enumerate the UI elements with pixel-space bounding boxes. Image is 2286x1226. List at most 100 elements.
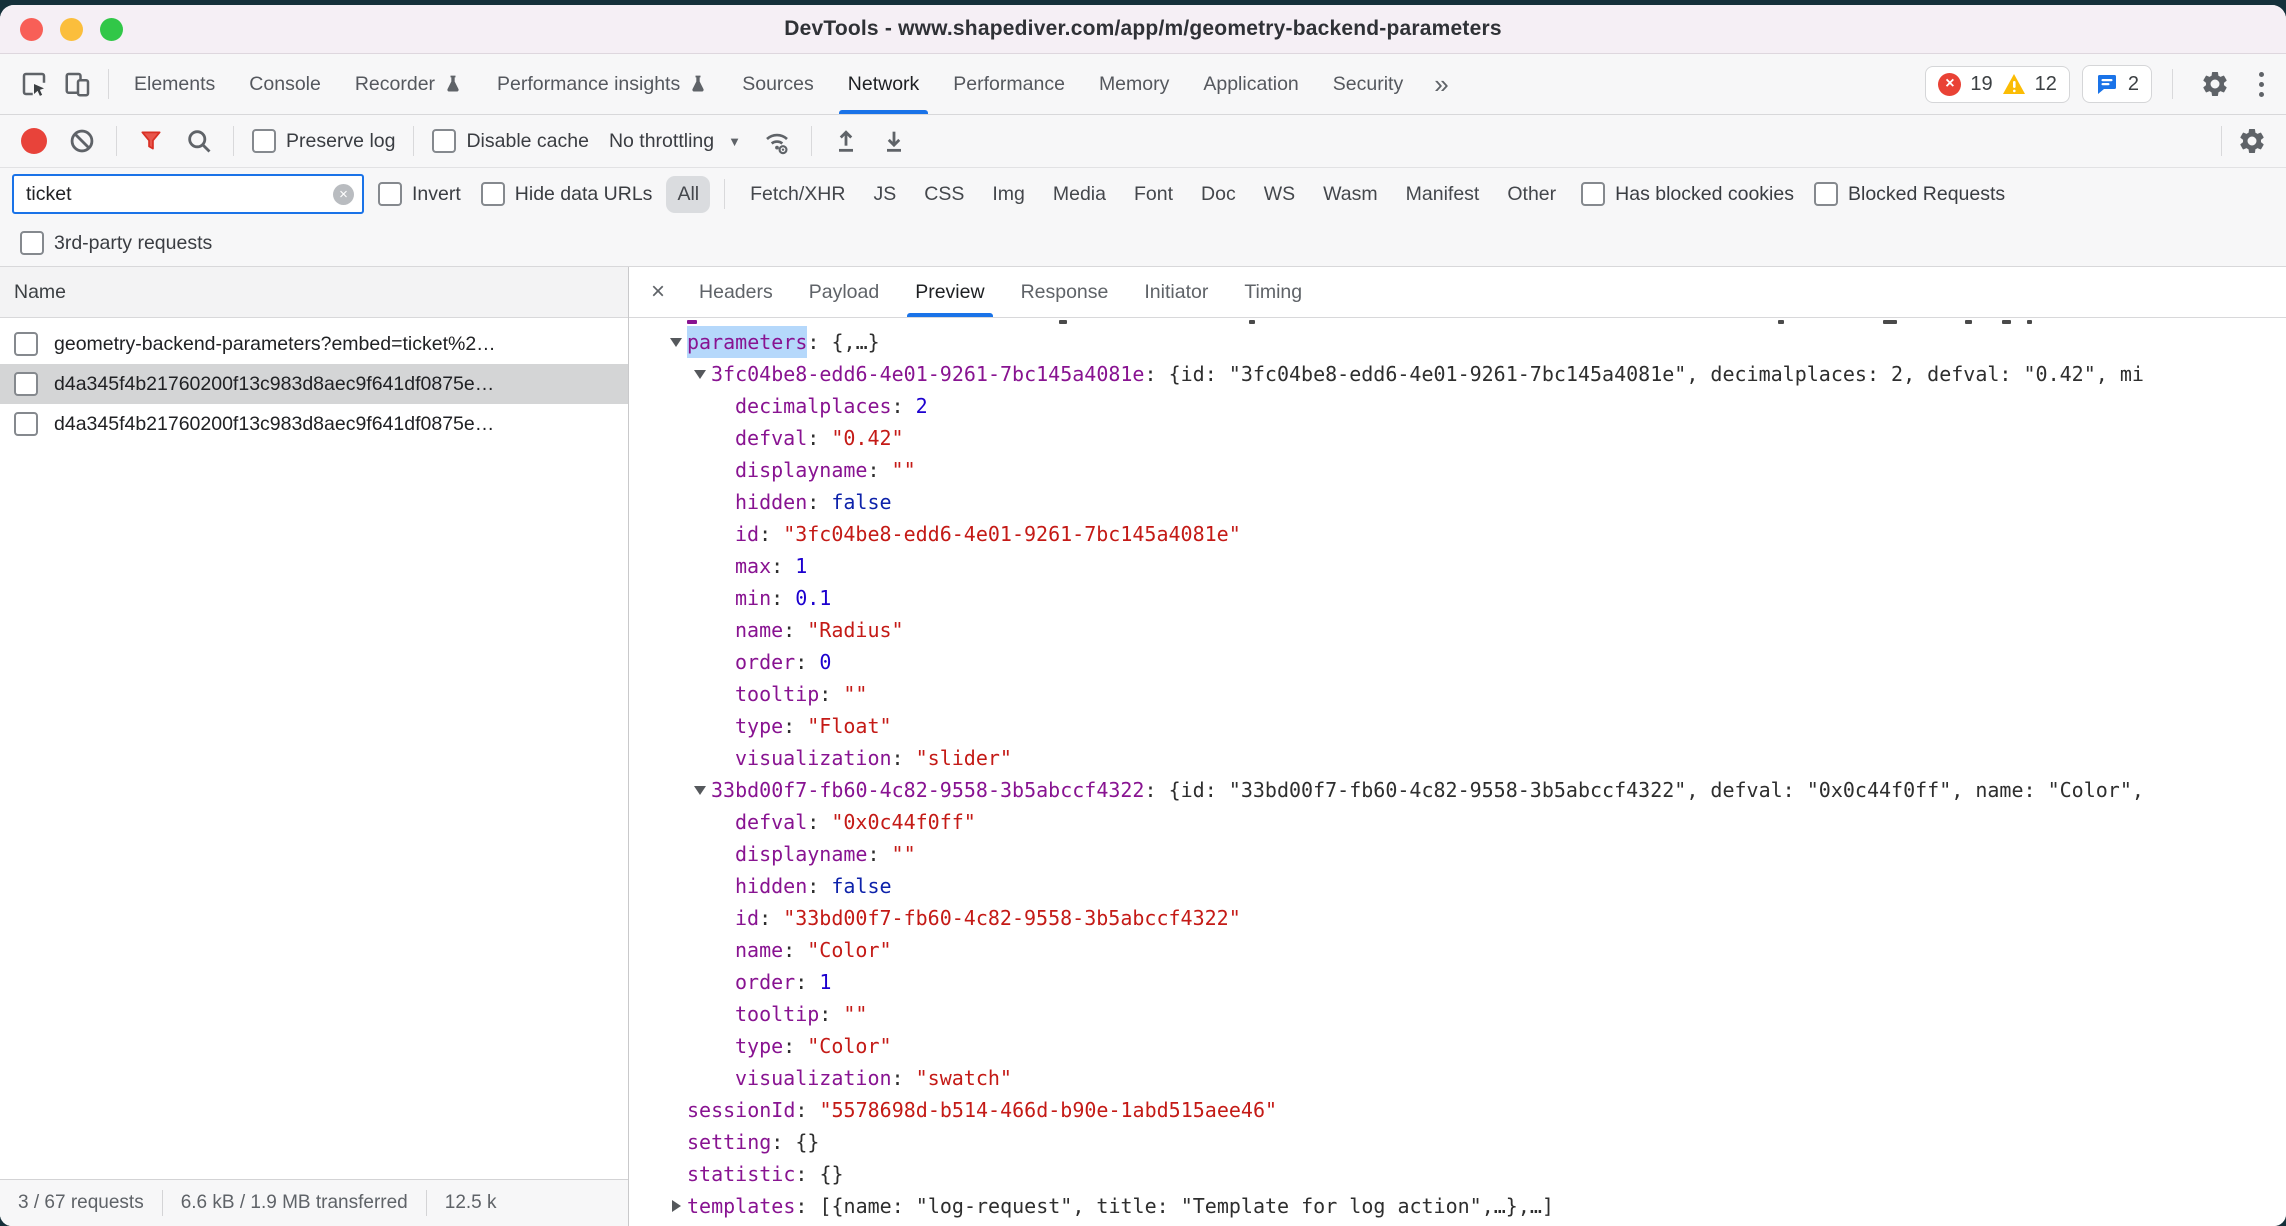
type-filter-js[interactable]: JS: [862, 176, 907, 213]
json-colon: :: [819, 998, 843, 1030]
tab-network[interactable]: Network: [831, 54, 937, 114]
import-har-button[interactable]: [824, 119, 868, 163]
toggle-device-toolbar-button[interactable]: [56, 62, 100, 106]
json-key: setting: [687, 1126, 771, 1158]
json-colon: :: [771, 550, 795, 582]
export-har-button[interactable]: [872, 119, 916, 163]
tab-application[interactable]: Application: [1186, 54, 1315, 114]
type-filter-doc[interactable]: Doc: [1190, 176, 1247, 213]
type-filter-all[interactable]: All: [666, 176, 710, 213]
tab-sources[interactable]: Sources: [725, 54, 831, 114]
tab-performance[interactable]: Performance: [936, 54, 1082, 114]
record-network-log-button[interactable]: [12, 119, 56, 163]
tab-elements[interactable]: Elements: [117, 54, 232, 114]
preserve-log-checkbox[interactable]: [252, 129, 276, 153]
preview-line: hidden: false: [629, 870, 2286, 902]
customize-devtools-menu-button[interactable]: [2249, 72, 2274, 97]
third-party-checkbox[interactable]: [20, 231, 44, 255]
json-value: 1: [795, 550, 807, 582]
request-row[interactable]: d4a345f4b21760200f13c983d8aec9f641df0875…: [0, 364, 628, 404]
tab-memory[interactable]: Memory: [1082, 54, 1186, 114]
blocked-requests-checkbox[interactable]: [1814, 182, 1838, 206]
disclosure-down-icon[interactable]: [689, 370, 711, 379]
has-blocked-cookies-control[interactable]: Has blocked cookies: [1575, 182, 1800, 206]
third-party-label: 3rd-party requests: [54, 232, 212, 255]
type-filter-img[interactable]: Img: [981, 176, 1036, 213]
throttling-select[interactable]: No throttling ▼: [599, 130, 751, 153]
preview-line[interactable]: 33bd00f7-fb60-4c82-9558-3b5abccf4322: {i…: [629, 774, 2286, 806]
close-detail-icon[interactable]: ×: [635, 278, 681, 306]
json-value: false: [831, 486, 891, 518]
disclosure-down-icon[interactable]: [689, 786, 711, 795]
detail-tab-initiator[interactable]: Initiator: [1126, 267, 1226, 317]
preview-line[interactable]: templates: [{name: "log-request", title:…: [629, 1190, 2286, 1222]
invert-control[interactable]: Invert: [372, 182, 467, 206]
tab-recorder[interactable]: Recorder: [338, 54, 480, 114]
minimize-window-button[interactable]: [60, 18, 83, 41]
detail-tab-headers[interactable]: Headers: [681, 267, 791, 317]
console-errors-warnings-badge[interactable]: × 19 12: [1925, 66, 2070, 103]
tab-console[interactable]: Console: [232, 54, 338, 114]
json-key: visualization: [735, 1062, 892, 1094]
type-filter-css[interactable]: CSS: [913, 176, 975, 213]
detail-tab-preview[interactable]: Preview: [897, 267, 1002, 317]
request-row[interactable]: geometry-backend-parameters?embed=ticket…: [0, 324, 628, 364]
type-filter-fetch-xhr[interactable]: Fetch/XHR: [739, 176, 856, 213]
network-settings-button[interactable]: [2230, 119, 2274, 163]
wifi-gear-icon: [761, 125, 793, 157]
zoom-window-button[interactable]: [100, 18, 123, 41]
clear-network-log-button[interactable]: [60, 119, 104, 163]
json-colon: :: [783, 934, 807, 966]
blocked-requests-control[interactable]: Blocked Requests: [1808, 182, 2011, 206]
tab-performance-insights[interactable]: Performance insights: [480, 54, 725, 114]
disable-cache-checkbox[interactable]: [432, 129, 456, 153]
hide-data-urls-checkbox[interactable]: [481, 182, 505, 206]
name-column-header[interactable]: Name: [0, 267, 628, 318]
filter-input[interactable]: [24, 182, 333, 207]
clear-filter-icon[interactable]: ×: [333, 184, 354, 205]
request-name: d4a345f4b21760200f13c983d8aec9f641df0875…: [54, 413, 494, 436]
type-filter-ws[interactable]: WS: [1253, 176, 1306, 213]
json-value: "": [843, 678, 867, 710]
filter-toggle-button[interactable]: [129, 119, 173, 163]
close-window-button[interactable]: [20, 18, 43, 41]
tab-security[interactable]: Security: [1316, 54, 1420, 114]
json-colon: :: [807, 422, 831, 454]
type-filter-wasm[interactable]: Wasm: [1312, 176, 1389, 213]
detail-tab-timing[interactable]: Timing: [1226, 267, 1320, 317]
inspect-element-button[interactable]: [12, 62, 56, 106]
detail-tab-payload[interactable]: Payload: [791, 267, 897, 317]
disclosure-down-icon[interactable]: [665, 338, 687, 347]
inspect-cursor-icon: [19, 69, 49, 99]
issues-badge[interactable]: 2: [2082, 65, 2152, 103]
more-tabs-button[interactable]: »: [1420, 69, 1462, 100]
third-party-control[interactable]: 3rd-party requests: [14, 231, 218, 255]
request-row-checkbox[interactable]: [14, 372, 38, 396]
type-filter-other[interactable]: Other: [1496, 176, 1567, 213]
network-conditions-button[interactable]: [755, 119, 799, 163]
type-filter-media[interactable]: Media: [1042, 176, 1117, 213]
disable-cache-control[interactable]: Disable cache: [426, 129, 594, 153]
request-row[interactable]: d4a345f4b21760200f13c983d8aec9f641df0875…: [0, 404, 628, 444]
json-key: name: [735, 934, 783, 966]
detail-tab-response[interactable]: Response: [1003, 267, 1127, 317]
divider: [2172, 69, 2173, 99]
preserve-log-control[interactable]: Preserve log: [246, 129, 401, 153]
invert-checkbox[interactable]: [378, 182, 402, 206]
preview-line[interactable]: parameters: {,…}: [629, 326, 2286, 358]
request-name: d4a345f4b21760200f13c983d8aec9f641df0875…: [54, 373, 494, 396]
preview-line[interactable]: 3fc04be8-edd6-4e01-9261-7bc145a4081e: {i…: [629, 358, 2286, 390]
hide-data-urls-control[interactable]: Hide data URLs: [475, 182, 659, 206]
json-colon: :: [783, 614, 807, 646]
devtools-settings-button[interactable]: [2193, 62, 2237, 106]
type-filter-manifest[interactable]: Manifest: [1395, 176, 1491, 213]
search-button[interactable]: [177, 119, 221, 163]
disclosure-right-icon[interactable]: [665, 1200, 687, 1212]
has-blocked-cookies-checkbox[interactable]: [1581, 182, 1605, 206]
json-key: type: [735, 710, 783, 742]
type-filter-font[interactable]: Font: [1123, 176, 1184, 213]
json-value: false: [831, 870, 891, 902]
request-row-checkbox[interactable]: [14, 412, 38, 436]
request-row-checkbox[interactable]: [14, 332, 38, 356]
preview-line: statistic: {}: [629, 1158, 2286, 1190]
